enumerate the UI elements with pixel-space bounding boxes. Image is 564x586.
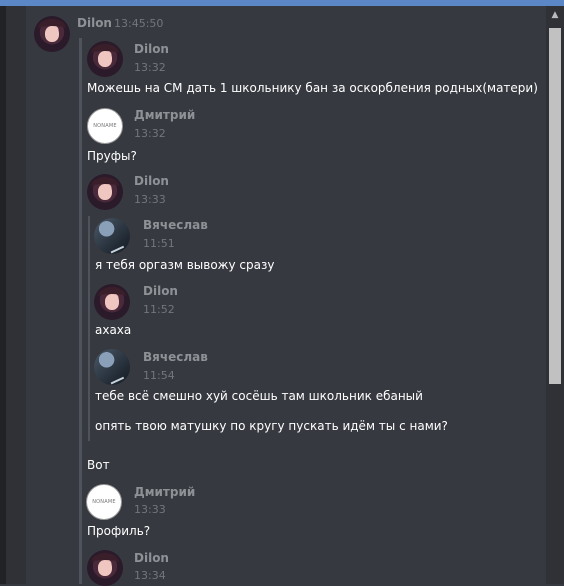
scrollbar-thumb[interactable] [549, 28, 561, 384]
avatar-dilon[interactable] [34, 16, 70, 52]
quoted-message-text: Вот [87, 458, 110, 472]
avatar-vyacheslav[interactable] [94, 349, 130, 385]
quoted-timestamp: 13:33 [134, 193, 166, 206]
quoted-author[interactable]: Dilon [134, 174, 169, 188]
quoted-message-text: Профиль? [87, 524, 151, 538]
nested-author[interactable]: Вячеслав [143, 350, 208, 364]
quoted-author[interactable]: Dilon [134, 42, 169, 56]
window-top-bar [0, 0, 564, 6]
nested-message-text: опять твою матушку по кругу пускать идём… [95, 419, 448, 433]
nested-message-text: тебе всё смешно хуй сосёшь там школьник … [95, 389, 423, 403]
quote-bar [79, 38, 82, 584]
quoted-message-text: Можешь на СМ дать 1 школьнику бан за оск… [87, 81, 538, 95]
quoted-author[interactable]: Dilon [134, 551, 169, 565]
avatar-dilon[interactable] [87, 174, 123, 210]
vertical-scrollbar[interactable]: ▲ [546, 6, 564, 584]
nested-quote-bar [88, 216, 90, 441]
avatar-dilon[interactable] [87, 41, 123, 77]
nested-timestamp: 11:52 [143, 303, 175, 316]
avatar-dilon[interactable] [94, 284, 130, 320]
quoted-timestamp: 13:34 [134, 569, 166, 582]
left-sidebar-strip [0, 6, 26, 584]
nested-timestamp: 11:51 [143, 237, 175, 250]
nested-message-text: я тебя оргазм вывожу сразу [95, 258, 275, 272]
avatar-dilon[interactable] [87, 550, 123, 586]
scroll-up-arrow-icon[interactable]: ▲ [546, 6, 564, 24]
quoted-author[interactable]: Дмитрий [134, 108, 195, 122]
quoted-timestamp: 13:32 [134, 127, 166, 140]
avatar-dmitry[interactable]: NONAME [87, 108, 123, 144]
message-timestamp: 13:45:50 [114, 17, 164, 30]
message-author[interactable]: Dilon [77, 16, 112, 30]
quoted-author[interactable]: Дмитрий [134, 485, 195, 499]
nested-timestamp: 11:54 [143, 369, 175, 382]
quoted-timestamp: 13:32 [134, 61, 166, 74]
quoted-timestamp: 13:33 [134, 503, 166, 516]
nested-author[interactable]: Вячеслав [143, 218, 208, 232]
avatar-vyacheslav[interactable] [94, 218, 130, 254]
nested-author[interactable]: Dilon [143, 284, 178, 298]
avatar-dmitry[interactable]: NONAME [86, 484, 122, 520]
quoted-message-text: Пруфы? [87, 149, 137, 163]
nested-message-text: ахаха [95, 323, 132, 337]
